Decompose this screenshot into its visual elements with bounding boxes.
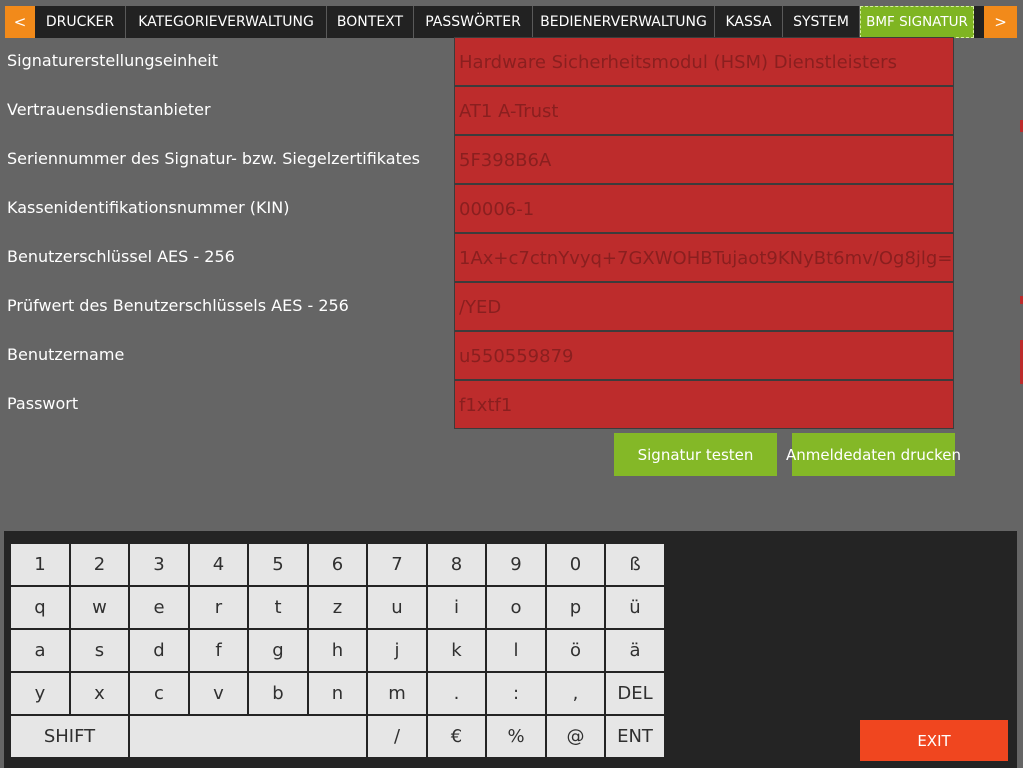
benutzerschluessel-field[interactable]: 1Ax+c7ctnYvyq+7GXWOHBTujaot9KNyBt6mv/Og8… [454,233,954,282]
key[interactable]: : [487,673,545,714]
key[interactable]: m [368,673,426,714]
key[interactable]: ß [606,544,664,585]
key[interactable]: z [309,587,366,628]
field-value: /YED [459,297,502,318]
key[interactable]: u [368,587,426,628]
key[interactable]: k [428,630,485,671]
tab-label: PASSWÖRTER [425,14,521,30]
tab-bedienerverwaltung[interactable]: BEDIENERVERWALTUNG [533,6,715,38]
key[interactable]: h [309,630,366,671]
top-nav-bar: < DRUCKER KATEGORIEVERWALTUNG BONTEXT PA… [5,6,1017,38]
tab-label: KASSA [725,14,772,30]
key[interactable]: w [71,587,128,628]
tab-drucker[interactable]: DRUCKER [35,6,126,38]
key[interactable]: g [249,630,307,671]
field-label: Passwort [7,394,79,413]
key[interactable]: 7 [368,544,426,585]
chevron-left-icon: < [13,13,27,31]
key[interactable]: q [11,587,69,628]
exit-button[interactable]: EXIT [860,720,1008,761]
nav-prev-button[interactable]: < [5,6,35,38]
key[interactable]: 5 [249,544,307,585]
passwort-field[interactable]: f1xtf1 [454,380,954,429]
field-value: u550559879 [459,346,574,367]
key[interactable]: p [547,587,604,628]
field-value: f1xtf1 [459,395,513,416]
key[interactable]: 8 [428,544,485,585]
space-key[interactable] [130,716,366,757]
tab-label: BONTEXT [336,14,404,30]
tab-kassa[interactable]: KASSA [715,6,783,38]
tab-passwoerter[interactable]: PASSWÖRTER [414,6,533,38]
field-value: AT1 A-Trust [459,101,559,122]
field-value: 5F398B6A [459,150,552,171]
key[interactable]: n [309,673,366,714]
key[interactable]: ü [606,587,664,628]
key[interactable]: @ [547,716,604,757]
key[interactable]: 3 [130,544,188,585]
kin-field[interactable]: 00006-1 [454,184,954,233]
field-value: Hardware Sicherheitsmodul (HSM) Dienstle… [459,52,897,73]
key[interactable]: e [130,587,188,628]
signaturerstellungseinheit-field[interactable]: Hardware Sicherheitsmodul (HSM) Dienstle… [454,37,954,86]
key[interactable]: ä [606,630,664,671]
key[interactable]: c [130,673,188,714]
key[interactable]: s [71,630,128,671]
key[interactable]: % [487,716,545,757]
key[interactable]: 4 [190,544,247,585]
field-value: 00006-1 [459,199,535,220]
key[interactable]: t [249,587,307,628]
field-label: Seriennummer des Signatur- bzw. Siegelze… [7,149,421,168]
key[interactable]: v [190,673,247,714]
key[interactable]: r [190,587,247,628]
key[interactable]: l [487,630,545,671]
vertrauensdienstanbieter-field[interactable]: AT1 A-Trust [454,86,954,135]
key[interactable]: 1 [11,544,69,585]
tab-label: DRUCKER [45,14,115,30]
key[interactable]: b [249,673,307,714]
key[interactable]: / [368,716,426,757]
key[interactable]: 9 [487,544,545,585]
key[interactable]: , [547,673,604,714]
tab-kategorieverwaltung[interactable]: KATEGORIEVERWALTUNG [126,6,327,38]
key[interactable]: x [71,673,128,714]
pruefwert-field[interactable]: /YED [454,282,954,331]
field-label: Kassenidentifikationsnummer (KIN) [7,198,290,217]
key[interactable]: f [190,630,247,671]
field-label: Vertrauensdienstanbieter [7,100,211,119]
shift-key[interactable]: SHIFT [11,716,128,757]
chevron-right-icon: > [994,13,1007,31]
tab-system[interactable]: SYSTEM [783,6,860,38]
key[interactable]: o [487,587,545,628]
key[interactable]: ö [547,630,604,671]
test-signature-button[interactable]: Signatur testen [614,433,777,476]
field-label: Benutzername [7,345,125,364]
field-label: Signaturerstellungseinheit [7,51,219,70]
tab-bontext[interactable]: BONTEXT [327,6,414,38]
enter-key[interactable]: ENT [606,716,664,757]
benutzername-field[interactable]: u550559879 [454,331,954,380]
key[interactable]: 2 [71,544,128,585]
tab-bmf-signatur[interactable]: BMF SIGNATUR [860,6,974,38]
key[interactable]: 0 [547,544,604,585]
field-label: Prüfwert des Benutzerschlüssels AES - 25… [7,296,349,315]
nav-next-button[interactable]: > [984,6,1017,38]
tab-label: BMF SIGNATUR [866,14,968,30]
print-login-button[interactable]: Anmeldedaten drucken [786,433,961,476]
tab-label: BEDIENERVERWALTUNG [540,14,707,30]
field-label: Benutzerschlüssel AES - 256 [7,247,235,266]
key[interactable]: . [428,673,485,714]
key[interactable]: y [11,673,69,714]
tab-label: KATEGORIEVERWALTUNG [138,14,314,30]
field-value: 1Ax+c7ctnYvyq+7GXWOHBTujaot9KNyBt6mv/Og8… [459,248,953,269]
seriennummer-field[interactable]: 5F398B6A [454,135,954,184]
key[interactable]: € [428,716,485,757]
key[interactable]: a [11,630,69,671]
delete-key[interactable]: DEL [606,673,664,714]
tab-label: SYSTEM [793,14,849,30]
key[interactable]: d [130,630,188,671]
key[interactable]: j [368,630,426,671]
key[interactable]: i [428,587,485,628]
key[interactable]: 6 [309,544,366,585]
